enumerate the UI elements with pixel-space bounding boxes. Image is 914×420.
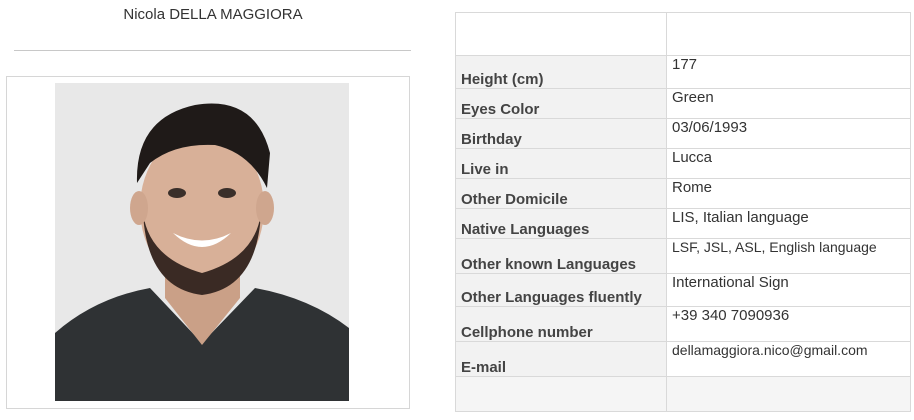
table-row: Height (cm) 177 [455, 55, 911, 89]
detail-value: dellamaggiora.nico@gmail.com [666, 341, 911, 377]
table-row: Native Languages LIS, Italian language [455, 208, 911, 239]
table-row: Birthday 03/06/1993 [455, 118, 911, 149]
table-row: Other Languages fluently International S… [455, 273, 911, 307]
detail-value: 177 [666, 55, 911, 89]
details-table: Height (cm) 177 Eyes Color Green Birthda… [455, 12, 911, 412]
profile-photo [55, 83, 349, 401]
table-row: Other Domicile Rome [455, 178, 911, 209]
table-row: E-mail dellamaggiora.nico@gmail.com [455, 341, 911, 377]
detail-value: LSF, JSL, ASL, English language [666, 238, 911, 274]
detail-value: +39 340 7090936 [666, 306, 911, 342]
profile-name: Nicola DELLA MAGGIORA [123, 6, 303, 23]
table-cell [455, 376, 667, 412]
table-cell [455, 12, 667, 56]
detail-value: International Sign [666, 273, 911, 307]
detail-value: Rome [666, 178, 911, 209]
table-row: Cellphone number +39 340 7090936 [455, 306, 911, 342]
table-row [455, 12, 911, 56]
detail-value: Green [666, 88, 911, 119]
detail-label: Birthday [455, 118, 667, 149]
detail-value: 03/06/1993 [666, 118, 911, 149]
table-row: Other known Languages LSF, JSL, ASL, Eng… [455, 238, 911, 274]
detail-label: Live in [455, 148, 667, 179]
detail-label: Other Languages fluently [455, 273, 667, 307]
detail-label: Other known Languages [455, 238, 667, 274]
detail-value: Lucca [666, 148, 911, 179]
detail-label: Cellphone number [455, 306, 667, 342]
detail-label: Height (cm) [455, 55, 667, 89]
table-cell [666, 376, 911, 412]
table-row: Eyes Color Green [455, 88, 911, 119]
detail-value: LIS, Italian language [666, 208, 911, 239]
table-row [455, 376, 911, 412]
detail-label: Native Languages [455, 208, 667, 239]
divider [14, 50, 411, 51]
detail-label: Eyes Color [455, 88, 667, 119]
detail-label: Other Domicile [455, 178, 667, 209]
table-cell [666, 12, 911, 56]
table-row: Live in Lucca [455, 148, 911, 179]
detail-label: E-mail [455, 341, 667, 377]
photo-frame [6, 76, 410, 409]
